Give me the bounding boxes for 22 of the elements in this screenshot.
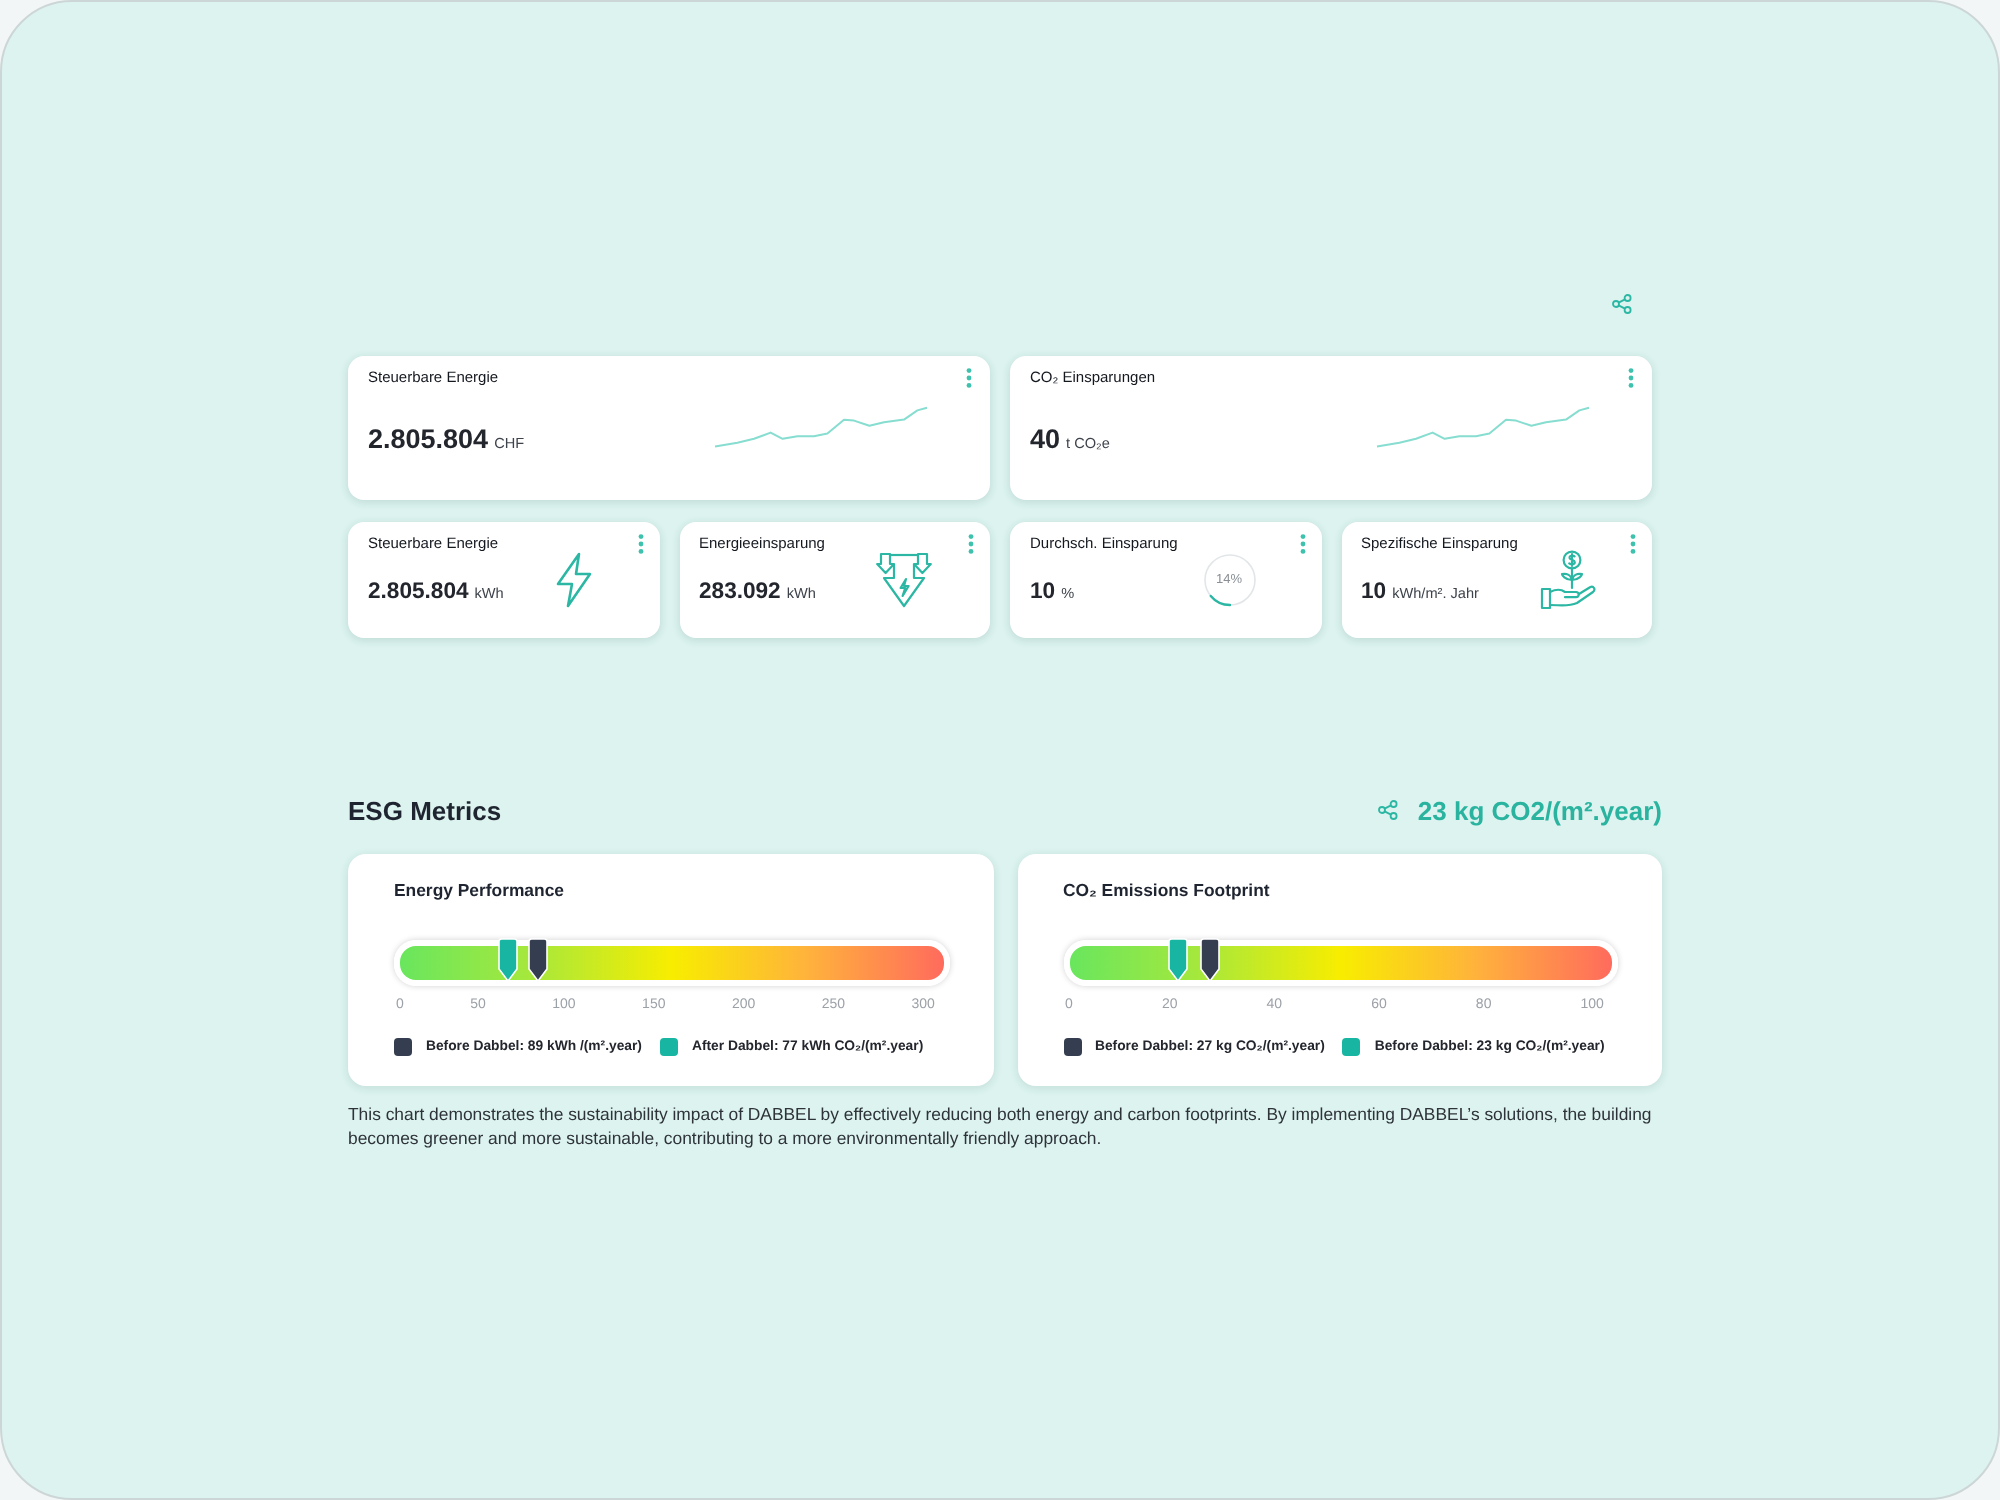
more-options-icon[interactable]: [1630, 534, 1636, 554]
more-options-icon[interactable]: [637, 534, 643, 554]
more-options-icon[interactable]: [1628, 368, 1634, 388]
more-options-icon[interactable]: [968, 534, 974, 554]
lightning-icon: [553, 552, 593, 608]
share-icon[interactable]: [1377, 800, 1398, 820]
highlight-value: 23 kg CO2/(m².year): [1417, 795, 1662, 825]
metric-value: 40: [1030, 424, 1061, 454]
metric-value: 283.092: [699, 580, 781, 606]
metric-value: 10: [1030, 580, 1056, 606]
section-title: ESG Metrics: [348, 795, 502, 825]
more-options-icon[interactable]: [1299, 534, 1305, 554]
metric-value: 2.805.804: [368, 424, 489, 454]
description-text: This chart demonstrates the sustainability impact of DABBEL by effectively reducing both energy and carbon footprints. By implementing DABBEL’s solutions, the building becomes greener and more sustainable, contributing to a more environmentally friendly approach.: [348, 1104, 1654, 1150]
share-icon[interactable]: [1612, 294, 1632, 314]
plant-in-hand-icon: [1540, 550, 1596, 610]
metric-value: 2.805.804: [368, 580, 469, 606]
gauge-title: Energy Performance: [394, 880, 564, 902]
metric-value: 10: [1361, 580, 1387, 606]
down-arrow-icon: [876, 552, 932, 608]
more-options-icon[interactable]: [966, 368, 972, 388]
gauge-title: CO₂ Emissions Footprint: [1063, 880, 1270, 902]
